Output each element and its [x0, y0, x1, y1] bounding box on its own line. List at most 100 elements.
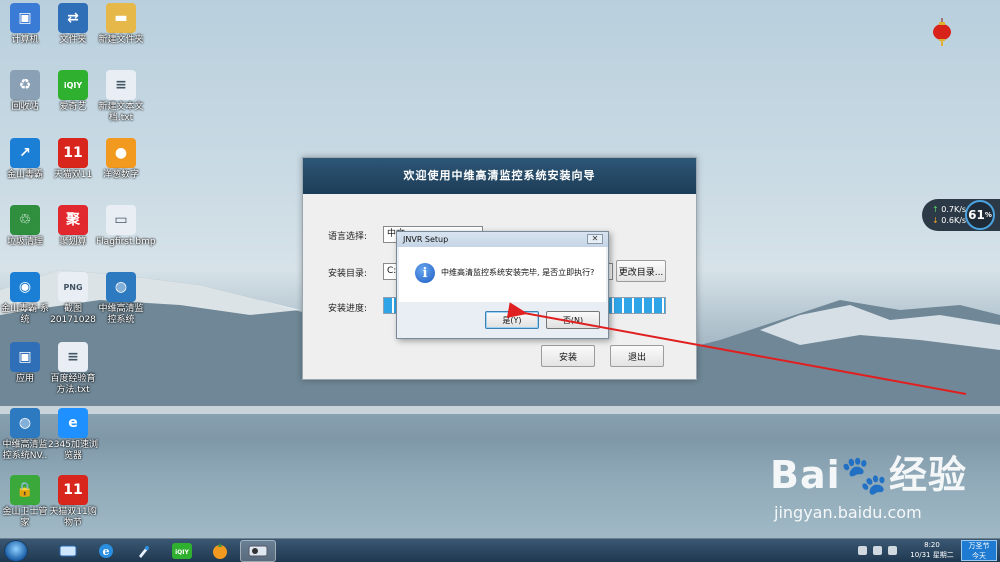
- exit-button[interactable]: 退出: [610, 345, 664, 367]
- holiday-sub: 今天: [972, 552, 986, 560]
- recycle-bin-icon: ♻: [10, 70, 40, 100]
- taskbar: e iQIY 8:20 10/31 星期二 万圣节 今天: [0, 538, 1000, 562]
- taskbar-iqiyi-icon[interactable]: iQIY: [164, 540, 200, 562]
- desktop-shortcut[interactable]: iQIY 爱奇艺: [48, 70, 98, 113]
- svg-text:e: e: [103, 545, 110, 558]
- desktop-shortcut[interactable]: 聚聚划算: [48, 205, 98, 248]
- desktop-shortcut-label: 百度经验育方法.txt: [50, 374, 96, 395]
- taskbar-onion-icon[interactable]: [202, 540, 238, 562]
- taskbar-setup-icon[interactable]: [240, 540, 276, 562]
- desktop-shortcut[interactable]: ♻ 回收站: [0, 70, 50, 113]
- network-icon: ⇄: [58, 3, 88, 33]
- taskbar-explorer-icon[interactable]: [50, 540, 86, 562]
- screenshot-icon: PNG: [58, 272, 88, 302]
- desktop-shortcut-label: 回收站: [11, 102, 39, 112]
- desktop-shortcut-label: 聚划算: [59, 237, 87, 247]
- desktop-shortcut-label: 天猫双11购物节: [49, 507, 97, 528]
- desktop-shortcut[interactable]: PNG 截图 20171028: [48, 272, 98, 326]
- desktop-shortcut[interactable]: ◍ 中维高清监控系统: [96, 272, 146, 326]
- desktop-shortcut-label: 新建文件夹: [98, 35, 144, 45]
- tray-network-icon[interactable]: [888, 546, 897, 555]
- desktop-shortcut-label: 金山毒霸·系统: [1, 304, 49, 325]
- dialog-message: 中维高清监控系统安装完毕, 是否立即执行?: [441, 268, 595, 277]
- desktop-shortcut-label: 天猫双11: [53, 170, 93, 180]
- network-speed-widget[interactable]: ↑ 0.7K/s ↓ 0.6K/s 61%: [922, 199, 1000, 231]
- dialog-body: i 中维高清监控系统安装完毕, 是否立即执行?: [399, 247, 606, 302]
- watermark-logo: Bai🐾经验: [770, 453, 967, 497]
- tmall2-icon: 11: [58, 475, 88, 505]
- desktop-shortcut[interactable]: ◍ 中维高清监控系统NV..: [0, 408, 50, 462]
- no-button[interactable]: 否(N): [546, 311, 600, 329]
- desktop-shortcut[interactable]: ▬ 新建文件夹: [96, 3, 146, 46]
- installer-title: 欢迎使用中维高清监控系统安装向导: [303, 158, 696, 194]
- desktop-shortcut[interactable]: 11 天猫双11: [48, 138, 98, 181]
- upload-speed: ↑ 0.7K/s: [932, 205, 967, 214]
- desktop-shortcut-label: 中维高清监控系统NV..: [2, 440, 48, 461]
- yes-button[interactable]: 是(Y): [485, 311, 539, 329]
- weather-icon: ◉: [10, 272, 40, 302]
- install-button[interactable]: 安装: [541, 345, 595, 367]
- desktop-shortcut[interactable]: ⇄ 文件夹: [48, 3, 98, 46]
- desktop-shortcut[interactable]: ↗ 金山毒霸: [0, 138, 50, 181]
- nvr-icon: ◍: [106, 272, 136, 302]
- desktop-shortcut-label: 金山卫士管家: [2, 507, 48, 528]
- desktop-shortcut[interactable]: ≡ 百度经验育方法.txt: [48, 342, 98, 396]
- desktop-shortcut-label: 金山毒霸: [6, 170, 43, 180]
- svg-text:iQIY: iQIY: [175, 549, 189, 556]
- start-button[interactable]: [4, 540, 28, 562]
- clock-date: 10/31 星期二: [910, 551, 954, 559]
- lantern-icon: [933, 18, 951, 46]
- desktop-shortcut-label: 截图 20171028: [50, 304, 96, 325]
- computer-icon: ▣: [10, 3, 40, 33]
- onion-icon: ●: [106, 138, 136, 168]
- jinshan-icon: ↗: [10, 138, 40, 168]
- desktop-shortcut[interactable]: ▣ 计算机: [0, 3, 50, 46]
- taskbar-rocket-icon[interactable]: [126, 540, 162, 562]
- language-label: 语言选择:: [328, 232, 368, 242]
- holiday-name: 万圣节: [968, 542, 990, 550]
- desktop-shortcut[interactable]: ● 洋葱数字: [96, 138, 146, 181]
- progress-label: 安装进度:: [328, 304, 368, 314]
- watermark-url: jingyan.baidu.com: [774, 503, 922, 522]
- desktop-shortcut[interactable]: ♲ 垃圾清理: [0, 205, 50, 248]
- desktop-shortcut[interactable]: ≡ 新建文本文档.txt: [96, 70, 146, 124]
- desktop-shortcut-label: 文件夹: [59, 35, 87, 45]
- desktop-shortcut-label: 新建文本文档.txt: [98, 102, 144, 123]
- desktop-shortcut[interactable]: ▭ Flagfirst.bmp: [96, 205, 156, 248]
- desktop-shortcut[interactable]: ◉ 金山毒霸·系统: [0, 272, 50, 326]
- change-dir-button[interactable]: 更改目录...: [616, 260, 666, 282]
- dialog-close-button[interactable]: ✕: [587, 234, 603, 244]
- download-speed: ↓ 0.6K/s: [932, 216, 967, 225]
- memory-gauge: 61%: [965, 200, 995, 230]
- security-icon: 🔒: [10, 475, 40, 505]
- desktop-shortcut-label: 计算机: [11, 35, 39, 45]
- nvr2-icon: ◍: [10, 408, 40, 438]
- desktop-shortcut-label: 洋葱数字: [102, 170, 139, 180]
- dir-label: 安装目录:: [328, 269, 368, 279]
- desktop-shortcut-label: 垃圾清理: [6, 237, 43, 247]
- trash-icon: ♲: [10, 205, 40, 235]
- apps-icon: ▣: [10, 342, 40, 372]
- desktop-shortcut[interactable]: 11 天猫双11购物节: [48, 475, 98, 529]
- taskbar-clock[interactable]: 8:20 10/31 星期二: [908, 540, 956, 560]
- dialog-title: JNVR Setup: [397, 232, 608, 247]
- text-file-icon: ≡: [106, 70, 136, 100]
- taskbar-ie-icon[interactable]: e: [88, 540, 124, 562]
- desktop-shortcut[interactable]: ▣ 应用: [0, 342, 50, 385]
- info-icon: i: [415, 263, 435, 283]
- doc-icon: ≡: [58, 342, 88, 372]
- browser-icon: e: [58, 408, 88, 438]
- desktop-shortcut-label: 应用: [15, 374, 34, 384]
- tray-action-icon[interactable]: [858, 546, 867, 555]
- tray-flag-icon[interactable]: [873, 546, 882, 555]
- desktop-shortcut-label: 2345加速浏览器: [48, 440, 98, 461]
- folder-icon: ▬: [106, 3, 136, 33]
- tmall-icon: 11: [58, 138, 88, 168]
- holiday-badge[interactable]: 万圣节 今天: [961, 540, 997, 561]
- desktop-shortcut-label: 爱奇艺: [59, 102, 87, 112]
- desktop-shortcut[interactable]: e 2345加速浏览器: [48, 408, 98, 462]
- bitmap-icon: ▭: [106, 205, 136, 235]
- juhuasuan-icon: 聚: [58, 205, 88, 235]
- baidu-watermark: Bai🐾经验 jingyan.baidu.com: [770, 455, 967, 522]
- desktop-shortcut[interactable]: 🔒 金山卫士管家: [0, 475, 50, 529]
